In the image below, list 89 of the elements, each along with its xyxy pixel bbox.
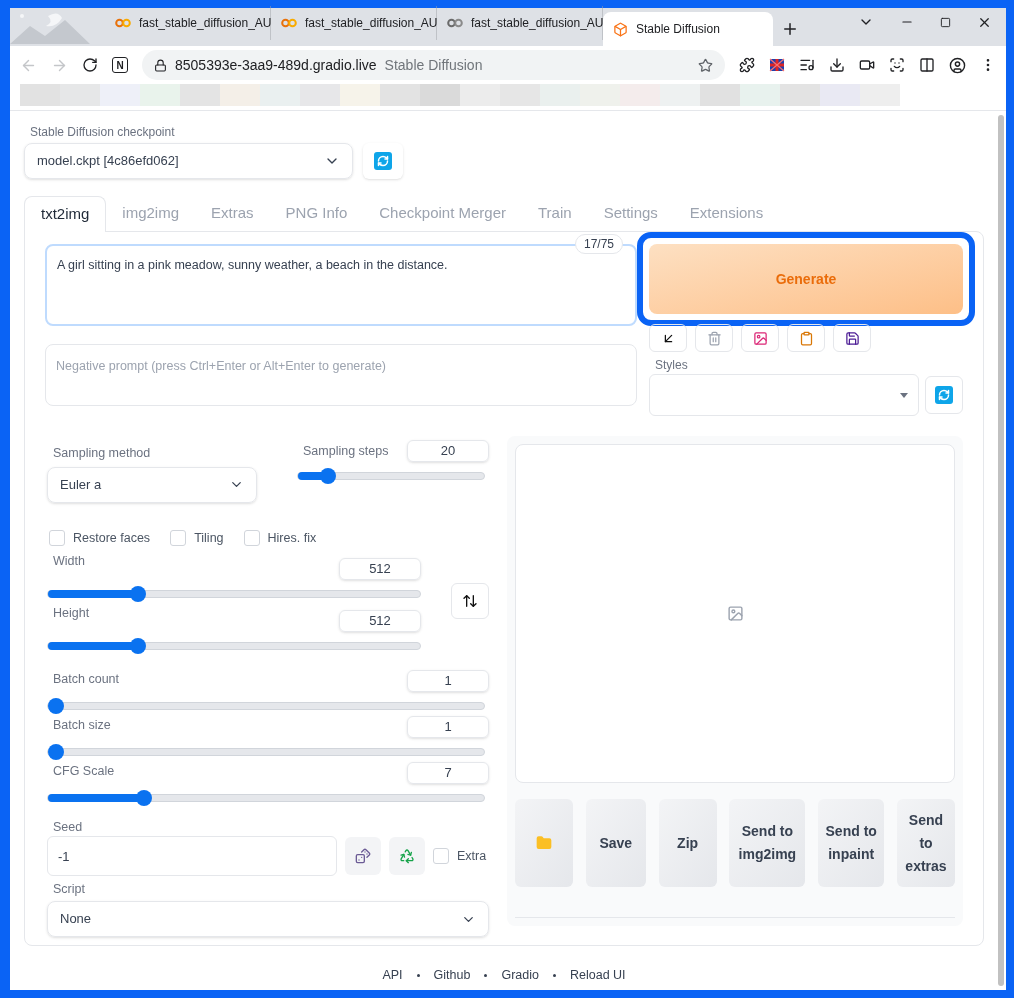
footer-link[interactable]: Gradio xyxy=(501,966,539,985)
extensions-icon[interactable] xyxy=(739,57,755,73)
number-field[interactable]: 512 xyxy=(339,557,421,580)
checkbox-label: Tiling xyxy=(194,529,224,547)
slider-thumb[interactable] xyxy=(48,743,64,760)
image-button[interactable] xyxy=(741,324,779,352)
number-field[interactable]: 512 xyxy=(339,609,421,632)
trash-button[interactable] xyxy=(695,324,733,352)
trash-icon xyxy=(706,330,722,346)
save-style-button[interactable] xyxy=(833,324,871,352)
checkbox[interactable] xyxy=(170,530,187,547)
flag-icon[interactable] xyxy=(769,57,785,73)
checkbox-label: Hires. fix xyxy=(267,529,317,547)
number-field[interactable]: 7 xyxy=(407,761,489,784)
dice-button[interactable] xyxy=(345,837,381,876)
tab[interactable]: txt2img xyxy=(24,196,107,232)
sampling-method-dropdown[interactable]: Euler a xyxy=(47,466,257,503)
browser-tab[interactable]: fast_stable_diffusion_AU xyxy=(105,6,271,40)
output-button[interactable]: Zip xyxy=(658,799,717,887)
scrollbar[interactable] xyxy=(998,115,1004,986)
browser-tab[interactable]: Stable Diffusion xyxy=(603,12,773,46)
seed-label: Seed xyxy=(53,818,84,836)
infinity-icon xyxy=(447,18,463,28)
swap-button[interactable] xyxy=(451,582,489,619)
checkpoint-dropdown[interactable]: model.ckpt [4c86efd062] xyxy=(24,143,353,179)
checkbox[interactable] xyxy=(243,530,260,547)
slider-thumb[interactable] xyxy=(48,697,64,714)
number-field[interactable]: 1 xyxy=(407,715,489,738)
sampling-method-label: Sampling method xyxy=(53,445,152,462)
output-button[interactable]: Send to extras xyxy=(897,799,955,887)
seed-field[interactable]: -1 xyxy=(47,836,337,877)
swap-icon xyxy=(462,592,478,609)
download-icon[interactable] xyxy=(829,57,845,73)
cube-icon xyxy=(613,21,628,37)
output-button[interactable]: Save xyxy=(585,799,646,887)
number-field[interactable]: 20 xyxy=(407,440,489,462)
playlist-icon[interactable] xyxy=(799,57,815,73)
new-tab-icon[interactable] xyxy=(781,20,799,38)
image-icon xyxy=(752,330,768,346)
clipboard-icon xyxy=(798,330,814,346)
browser-tab[interactable]: fast_stable_diffusion_AU xyxy=(271,6,437,40)
styles-refresh-button[interactable] xyxy=(925,376,963,414)
script-dropdown[interactable]: None xyxy=(47,901,489,937)
output-button[interactable]: Send to inpaint xyxy=(818,799,885,887)
output-button[interactable]: Send to img2img xyxy=(729,799,806,887)
floppy-icon xyxy=(844,330,860,346)
slider-thumb[interactable] xyxy=(136,789,153,806)
maximize-icon[interactable] xyxy=(940,16,951,28)
styles-label: Styles xyxy=(655,357,689,374)
image-placeholder-icon xyxy=(726,605,744,622)
sidebar-icon[interactable] xyxy=(919,57,935,73)
slider-label: Batch size xyxy=(53,716,111,734)
dice-icon xyxy=(355,848,371,865)
script-label: Script xyxy=(53,881,86,899)
number-field[interactable]: 1 xyxy=(407,669,489,692)
checkbox-label: Restore faces xyxy=(73,529,151,547)
reload-icon[interactable] xyxy=(82,57,98,73)
slider-label: Batch count xyxy=(53,670,119,688)
recycle-icon xyxy=(399,848,415,865)
slider-thumb[interactable] xyxy=(129,637,146,654)
refresh-icon xyxy=(935,386,953,404)
address-bar[interactable]: 8505393e-3aa9-489d.gradio.live Stable Diffusion xyxy=(142,50,725,80)
folder-icon xyxy=(536,835,552,851)
arrow-button[interactable] xyxy=(649,324,687,352)
recycle-button[interactable] xyxy=(389,837,425,876)
slider-label: Width xyxy=(53,552,85,570)
caret-icon xyxy=(900,392,908,398)
slider-fill xyxy=(298,472,322,480)
slider-label: Sampling steps xyxy=(303,442,389,460)
checkbox[interactable] xyxy=(433,848,449,865)
extension-badge[interactable]: N xyxy=(112,57,128,73)
footer-link[interactable]: Reload UI xyxy=(569,966,626,985)
checkbox[interactable] xyxy=(49,530,65,547)
video-icon[interactable] xyxy=(859,57,875,73)
token-counter: 17/75 xyxy=(574,234,623,254)
slider-label: Height xyxy=(53,604,90,622)
infinity-icon xyxy=(115,18,131,28)
footer-link[interactable]: Github xyxy=(433,966,471,985)
slider-thumb[interactable] xyxy=(320,468,337,484)
footer-link[interactable]: API xyxy=(382,966,403,985)
refresh-icon xyxy=(374,152,392,170)
slider-label: CFG Scale xyxy=(53,762,115,780)
slider-thumb[interactable] xyxy=(129,585,146,602)
profile-icon[interactable] xyxy=(949,56,966,74)
extra-label: Extra xyxy=(457,847,487,865)
checkpoint-label: Stable Diffusion checkpoint xyxy=(30,124,176,141)
screenshot-icon[interactable] xyxy=(889,57,905,73)
clipboard-button[interactable] xyxy=(787,324,825,352)
infinity-icon xyxy=(281,18,297,28)
